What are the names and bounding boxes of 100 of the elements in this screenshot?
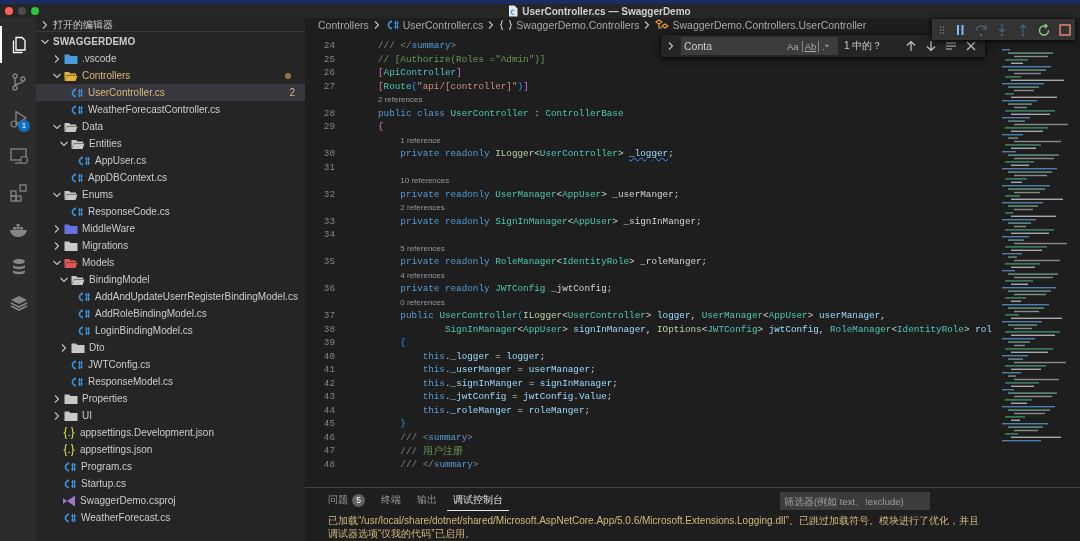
code-line: public class UserController : ControllerBase	[378, 107, 624, 119]
monitor-icon	[9, 145, 29, 166]
line-number: 25	[322, 53, 335, 65]
code-lens[interactable]: 10 references	[400, 176, 450, 186]
line-number: 34	[322, 229, 335, 241]
panel-tab[interactable]: 问题 5	[322, 491, 371, 511]
zoom-button[interactable]	[31, 7, 39, 15]
line-number: 31	[322, 161, 335, 173]
tree-item[interactable]: AppDBContext.cs	[36, 169, 305, 186]
code-lens[interactable]: 1 reference	[400, 135, 441, 145]
tree-item[interactable]: appsettings.json	[36, 441, 305, 458]
tree-item[interactable]: UI	[36, 407, 305, 424]
curved-arrow-icon	[974, 22, 988, 37]
code-line: [Route("api/[controller]")]	[378, 80, 529, 92]
code-line: // [Authorize(Roles ="Admin")]	[378, 53, 546, 65]
breadcrumb-item[interactable]: SwaggerDemo.Controllers	[516, 18, 640, 31]
breadcrumb-item[interactable]: UserController.cs	[402, 18, 484, 31]
panel-tab[interactable]: 终端	[375, 491, 407, 511]
code-line: {	[399, 337, 406, 349]
line-number: 27	[322, 80, 335, 92]
code-line: {	[378, 121, 384, 133]
section-header[interactable]: 打开的编辑器	[36, 18, 305, 32]
match-count: 1 中的？	[844, 39, 883, 53]
tree-item[interactable]: appsettings.Development.json	[36, 424, 305, 441]
code-line: this._jwtConfig = jwtConfig.Value;	[421, 391, 613, 403]
line-number: 28	[322, 107, 335, 119]
tree-item[interactable]: BindingModel	[36, 271, 305, 288]
code-lens[interactable]: 0 references	[400, 297, 445, 307]
tree-item[interactable]: UserController.cs 2	[36, 84, 305, 101]
code-lens[interactable]: 2 references	[378, 95, 423, 105]
line-number: 46	[322, 431, 335, 443]
layers-icon	[9, 293, 29, 314]
stop-icon	[1058, 22, 1072, 37]
braces-icon	[62, 442, 76, 457]
tree-item[interactable]: .vscode	[36, 50, 305, 67]
code-lens[interactable]: 4 references	[400, 270, 445, 280]
code-lens[interactable]: 5 references	[400, 243, 445, 253]
play-bug-icon	[9, 108, 29, 129]
down-arrow-icon	[925, 40, 938, 52]
section-header[interactable]: SWAGGERDEMO	[36, 33, 305, 50]
tree-item[interactable]: AddAndUpdateUserrRegisterBindingModel.cs	[36, 288, 305, 305]
breadcrumb-item[interactable]: SwaggerDemo.Controllers.UserController	[672, 18, 867, 31]
line-number: 47	[322, 445, 335, 457]
line-number: 35	[322, 256, 335, 268]
tree-item[interactable]: Dto	[36, 339, 305, 356]
line-number: 30	[322, 148, 335, 160]
tree-item[interactable]: Program.cs	[36, 458, 305, 475]
code-line: this._logger = logger;	[421, 350, 546, 362]
tree-item[interactable]: ResponseModel.cs	[36, 373, 305, 390]
code-line: SignInManager<AppUser> signInManager, IOptions<JWTConfig> jwtConfig, RoleManager<IdentityRole> rol	[443, 323, 992, 335]
class-icon	[655, 18, 670, 31]
code-line: this._userManger = userManager;	[421, 364, 596, 376]
tree-item[interactable]: SwaggerDemo.csproj	[36, 492, 305, 509]
tree-item[interactable]: Startup.cs	[36, 475, 305, 492]
panel-tab[interactable]: 输出	[411, 491, 443, 511]
tree-item[interactable]: Data	[36, 118, 305, 135]
line-number: 36	[322, 283, 335, 295]
code-line: public UserController(ILogger<UserController> logger, UserManager<AppUser> userManager,	[399, 310, 886, 322]
branch-icon	[9, 71, 29, 92]
panel-tab[interactable]: 调试控制台	[447, 491, 509, 511]
file-icon	[508, 5, 519, 17]
breadcrumb-item[interactable]: Controllers	[318, 18, 369, 31]
tree-item[interactable]: AppUser.cs	[36, 152, 305, 169]
tree-item[interactable]: Enums	[36, 186, 305, 203]
code-line: /// </summary>	[399, 458, 479, 470]
chevron-icon	[666, 41, 676, 51]
count-badge: 5	[352, 494, 365, 507]
window-title: UserController.cs — SwaggerDemo	[522, 5, 691, 17]
up-arrow-icon	[905, 40, 918, 52]
tree-item[interactable]: AddRoleBindingModel.cs	[36, 305, 305, 322]
code-lens[interactable]: 2 references	[400, 203, 445, 213]
match-case-toggle[interactable]: Aa	[784, 40, 802, 52]
count-badge: 1	[18, 120, 30, 132]
tree-item[interactable]: WeatherForecast.cs	[36, 509, 305, 526]
code-line: private readonly ILogger<UserController> _logger;	[399, 148, 674, 160]
tree-item[interactable]: Properties	[36, 390, 305, 407]
whole-word-toggle[interactable]: Ab	[801, 40, 820, 52]
activity-button[interactable]: 1	[0, 100, 36, 137]
regex-toggle[interactable]: .*	[819, 40, 832, 52]
tree-item[interactable]: JWTConfig.cs	[36, 356, 305, 373]
line-number: 42	[322, 377, 335, 389]
line-number: 41	[322, 364, 335, 376]
code-line: /// </summary>	[378, 40, 457, 52]
code-line: private readonly JWTConfig _jwtConfig;	[399, 283, 613, 295]
braces-icon	[62, 425, 76, 440]
find-input[interactable]: Conta Aa Ab .*	[681, 37, 838, 55]
tree-item[interactable]: Controllers	[36, 67, 305, 84]
tree-item[interactable]: MiddleWare	[36, 220, 305, 237]
close-button[interactable]	[5, 7, 13, 15]
line-number: 29	[322, 121, 335, 133]
tree-item[interactable]: LoginBindingModel.cs	[36, 322, 305, 339]
tree-item[interactable]: Entities	[36, 135, 305, 152]
tree-item[interactable]: Models	[36, 254, 305, 271]
bowtie-icon	[62, 493, 76, 508]
close-icon	[965, 40, 978, 52]
tree-item[interactable]: ResponseCode.cs	[36, 203, 305, 220]
line-number: 26	[322, 67, 335, 79]
tree-item[interactable]: WeatherForecastController.cs	[36, 101, 305, 118]
tree-item[interactable]: Migrations	[36, 237, 305, 254]
filter-field[interactable]: 筛选器(例如 text、!exclude)	[780, 492, 930, 510]
